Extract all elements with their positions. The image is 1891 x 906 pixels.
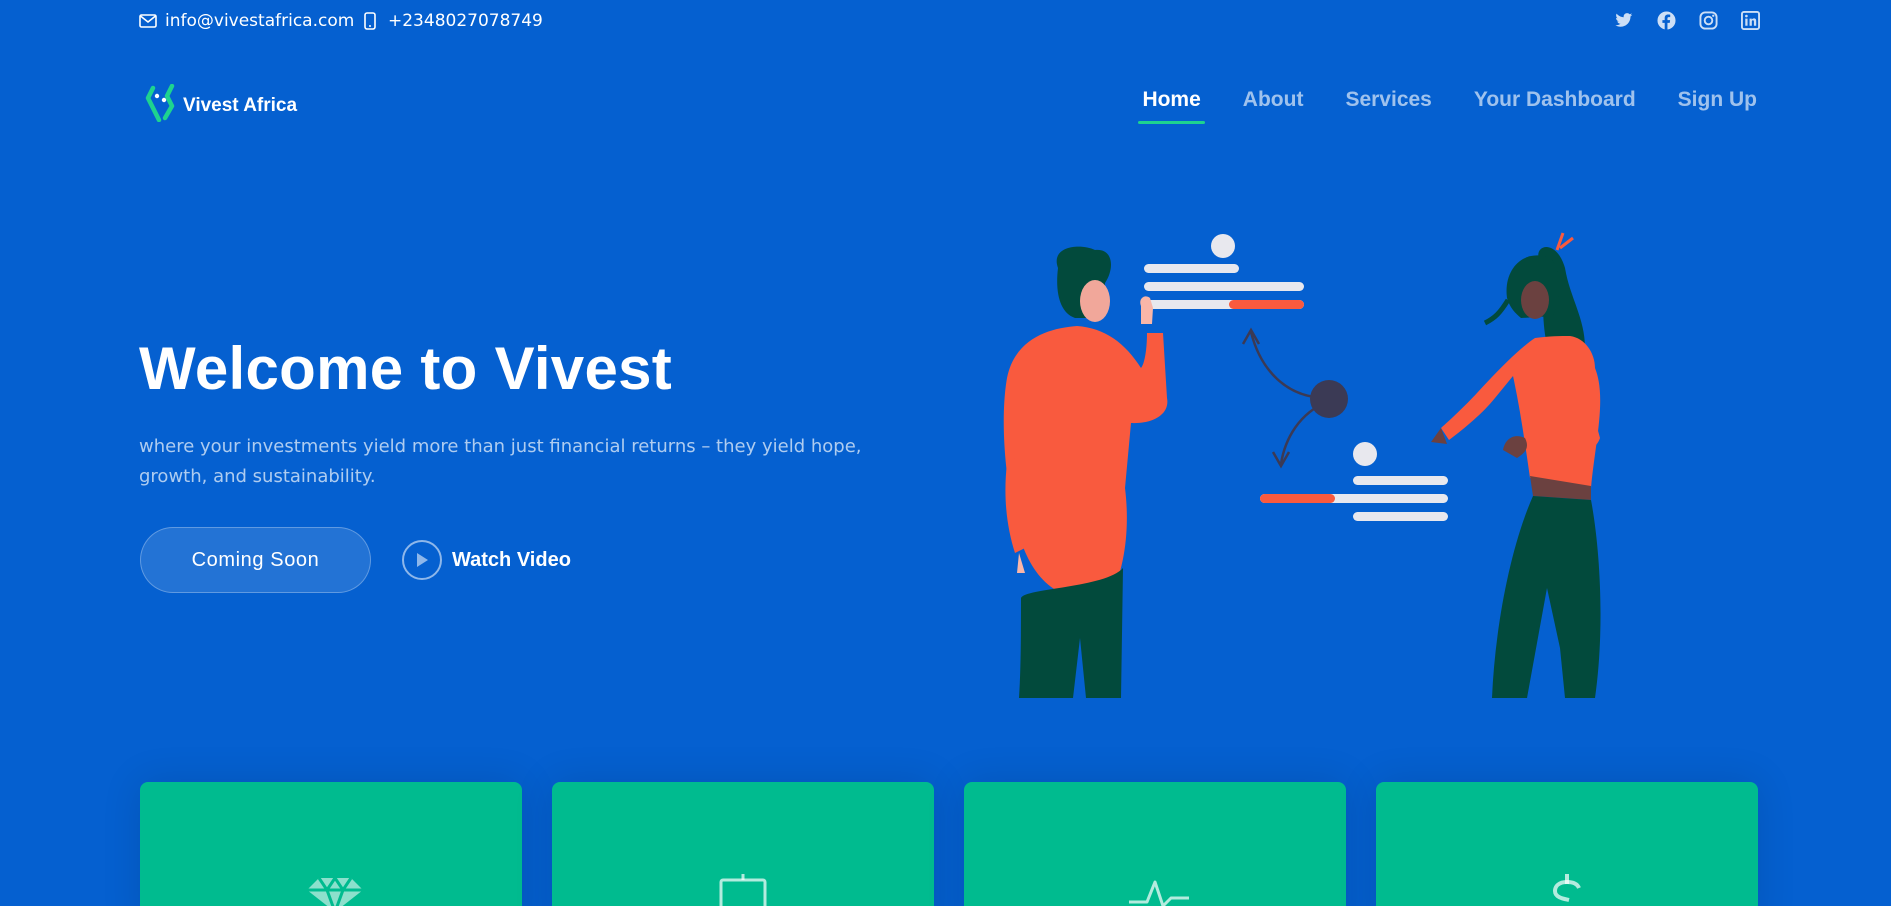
gem-icon <box>303 872 363 906</box>
phone-icon <box>364 12 376 30</box>
envelope-icon <box>139 14 157 28</box>
nav-dashboard[interactable]: Your Dashboard <box>1474 88 1636 120</box>
logo-text: Vivest Africa <box>183 94 298 116</box>
feature-card[interactable] <box>552 782 934 906</box>
hero-illustration <box>955 228 1665 698</box>
feature-cards <box>140 782 1758 906</box>
nav-sign-up[interactable]: Sign Up <box>1678 88 1757 120</box>
dollar-icon <box>1539 872 1595 906</box>
play-icon <box>402 540 442 580</box>
coming-soon-button[interactable]: Coming Soon <box>140 527 371 593</box>
nav-home[interactable]: Home <box>1138 88 1206 124</box>
contact-phone[interactable]: +2348027078749 <box>364 11 543 31</box>
feature-card[interactable] <box>964 782 1346 906</box>
logo-mark-icon <box>144 83 180 127</box>
top-bar: info@vivestafrica.com +2348027078749 <box>0 0 1891 42</box>
hero-title: Welcome to Vivest <box>139 335 673 402</box>
contact-email[interactable]: info@vivestafrica.com <box>139 11 354 31</box>
feature-card[interactable] <box>1376 782 1758 906</box>
email-text: info@vivestafrica.com <box>165 11 355 31</box>
easel-icon <box>715 872 771 906</box>
nav-about[interactable]: About <box>1243 88 1304 120</box>
phone-text: +2348027078749 <box>388 11 543 31</box>
brand-logo[interactable]: Vivest Africa <box>144 83 298 127</box>
nav-services[interactable]: Services <box>1345 88 1431 120</box>
linkedin-icon[interactable] <box>1739 9 1761 31</box>
hero-subtitle: where your investments yield more than j… <box>139 436 862 487</box>
twitter-icon[interactable] <box>1613 9 1635 31</box>
activity-icon <box>1127 872 1189 906</box>
watch-video-button[interactable]: Watch Video <box>402 540 571 580</box>
social-links <box>1613 9 1761 31</box>
facebook-icon[interactable] <box>1655 9 1677 31</box>
instagram-icon[interactable] <box>1697 9 1719 31</box>
feature-card[interactable] <box>140 782 522 906</box>
watch-video-label: Watch Video <box>452 548 571 571</box>
main-nav: Home About Services Your Dashboard Sign … <box>1138 88 1757 124</box>
